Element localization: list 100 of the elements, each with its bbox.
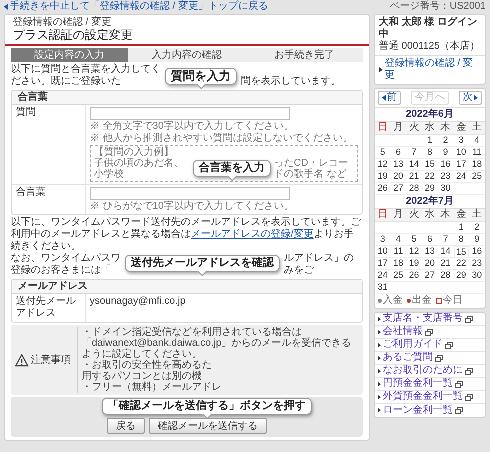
sidebar-link[interactable]: 支店名・支店番号 — [383, 313, 463, 325]
calendar-day[interactable]: 11 — [390, 246, 406, 258]
back-link[interactable]: 手続きを中止して「登録情報の確認 / 変更」トップに戻る — [10, 1, 268, 13]
note-text: ※ 他人から推測されやすい質問は設定しないでください。 — [90, 133, 354, 144]
calendar-day[interactable]: 26 — [375, 183, 391, 195]
calendar-day[interactable]: 13 — [390, 159, 406, 171]
calendar-day[interactable]: 28 — [438, 270, 454, 282]
calendar-day[interactable]: 6 — [422, 234, 438, 246]
intro-text: 以下に質問と合言葉を入力してください。既にご登録いた — [11, 64, 161, 88]
calendar-day[interactable]: 12 — [375, 159, 391, 171]
weekday-header: 火 — [406, 209, 422, 222]
calendar-day[interactable]: 3 — [375, 234, 391, 246]
calendar-day[interactable]: 22 — [454, 258, 470, 270]
sidebar-link[interactable]: ローン金利一覧 — [383, 404, 453, 416]
triangle-right-icon — [378, 330, 381, 334]
calendar-day[interactable]: 10 — [375, 246, 391, 258]
calendar-day[interactable]: 24 — [454, 171, 470, 183]
calendar-day[interactable]: 4 — [390, 234, 406, 246]
passphrase-input[interactable] — [90, 187, 290, 200]
sidebar-link[interactable]: あるご質問 — [383, 352, 433, 364]
calendar-day[interactable]: 7 — [438, 234, 454, 246]
sidebar-link[interactable]: ご利用ガイド — [383, 339, 443, 351]
calendar-day[interactable]: 21 — [438, 258, 454, 270]
calendar-day[interactable]: 4 — [469, 135, 485, 147]
note-text: ※ 全角文字で30字以内で入力してください。 — [90, 121, 295, 132]
calendar-day[interactable]: 12 — [406, 246, 422, 258]
calendar-day[interactable]: 19 — [406, 258, 422, 270]
calendar-day[interactable]: 10 — [454, 147, 470, 159]
calendar-day[interactable]: 18 — [390, 258, 406, 270]
calendar-day[interactable]: 5 — [406, 234, 422, 246]
sidebar-link[interactable]: 円預金金利一覧 — [383, 378, 453, 390]
calendar-day[interactable]: 27 — [390, 183, 406, 195]
calendar-day[interactable]: 21 — [406, 171, 422, 183]
register-email-link[interactable]: メールアドレスの登録/変更 — [191, 229, 314, 240]
calendar-day[interactable]: 1 — [422, 135, 438, 147]
calendar-day[interactable]: 17 — [454, 159, 470, 171]
calendar-day[interactable]: 14 — [438, 246, 454, 258]
previous-month-button[interactable]: 前 — [378, 91, 401, 105]
weekday-header: 水 — [422, 122, 438, 135]
calendar-day[interactable]: 30 — [438, 183, 454, 195]
calendar-day[interactable]: 8 — [422, 147, 438, 159]
weekday-header: 木 — [438, 122, 454, 135]
calendar-day[interactable]: 25 — [390, 270, 406, 282]
calendar-day[interactable]: 26 — [406, 270, 422, 282]
next-month-button[interactable]: 次 — [459, 91, 482, 105]
calendar-day[interactable]: 14 — [406, 159, 422, 171]
calendar-day[interactable]: 30 — [469, 270, 485, 282]
calendar-day[interactable]: 9 — [469, 234, 485, 246]
calendar-day[interactable]: 11 — [469, 147, 485, 159]
notice-text: ・ドメイン指定受信などを利用されている場合は「daiwanext@bank.daiwa.co.jp」からのメールを受信できるように設定してください。 — [82, 327, 353, 360]
calendar-day[interactable]: 23 — [469, 258, 485, 270]
calendar-day[interactable]: 22 — [422, 171, 438, 183]
sidebar-link[interactable]: 会社情報 — [383, 326, 423, 338]
calendar-day[interactable]: 18 — [469, 159, 485, 171]
calendar-day[interactable]: 13 — [422, 246, 438, 258]
calendar-day[interactable]: 19 — [375, 171, 391, 183]
triangle-right-icon — [378, 342, 381, 348]
calendar-day[interactable]: 17 — [375, 258, 391, 270]
calendar-day[interactable]: 15 — [422, 159, 438, 171]
calendar-day[interactable]: 15 — [454, 246, 470, 258]
calendar-day[interactable]: 16 — [469, 246, 485, 258]
calendar-day[interactable]: 28 — [406, 183, 422, 195]
calendar-day[interactable]: 3 — [454, 135, 470, 147]
calendar-day[interactable]: 7 — [406, 147, 422, 159]
sidebar-link[interactable]: なお取引のために — [383, 365, 463, 377]
calendar-day[interactable]: 5 — [375, 147, 391, 159]
calendar-day[interactable]: 24 — [375, 270, 391, 282]
calendar-day[interactable]: 29 — [454, 270, 470, 282]
step-indicator: 設定内容の入力 — [11, 48, 128, 62]
calendar-day[interactable]: 16 — [438, 159, 454, 171]
calendar-day[interactable]: 2 — [438, 135, 454, 147]
weekday-header: 月 — [390, 209, 406, 222]
weekday-header: 火 — [406, 122, 422, 135]
calendar-day[interactable]: 9 — [438, 147, 454, 159]
callout: 合言葉を入力 — [193, 160, 271, 180]
triangle-right-icon — [378, 382, 381, 386]
info-paragraph: 以下に、ワンタイムパスワード送付先のメールアドレスを表示しています。ご利用中のメールアドレスと異なる場合はメールアドレスの登録/変更よりお手続きください。 — [11, 217, 362, 253]
account-info-link[interactable]: 登録情報の確認 / 変更 — [384, 58, 481, 82]
calendar-day[interactable]: 25 — [469, 171, 485, 183]
calendar-day[interactable]: 1 — [454, 222, 470, 234]
question-input[interactable] — [90, 107, 290, 120]
weekday-header: 金 — [454, 122, 470, 135]
calendar-day[interactable]: 6 — [390, 147, 406, 159]
calendar-day[interactable]: 20 — [390, 171, 406, 183]
email-address: ysounagay@mfi.co.jp — [90, 296, 187, 307]
calendar-day[interactable]: 29 — [422, 183, 438, 195]
send-email-button[interactable]: 確認メールを送信する — [149, 418, 267, 434]
back-button[interactable]: 戻る — [107, 418, 145, 434]
calendar-day[interactable]: 23 — [438, 171, 454, 183]
weekday-header: 土 — [469, 209, 485, 222]
weekday-header: 日 — [375, 122, 391, 135]
example-text: ったCD・レコードの歌手名 など — [274, 158, 350, 180]
calendar-day[interactable]: 8 — [454, 234, 470, 246]
sidebar-link[interactable]: 外貨預金金利一覧 — [383, 391, 463, 403]
triangle-right-icon — [378, 394, 381, 400]
calendar-day[interactable]: 31 — [375, 282, 391, 294]
calendar-day[interactable]: 20 — [422, 258, 438, 270]
warning-icon — [15, 354, 29, 366]
calendar-day[interactable]: 27 — [422, 270, 438, 282]
calendar-day[interactable]: 2 — [469, 222, 485, 234]
